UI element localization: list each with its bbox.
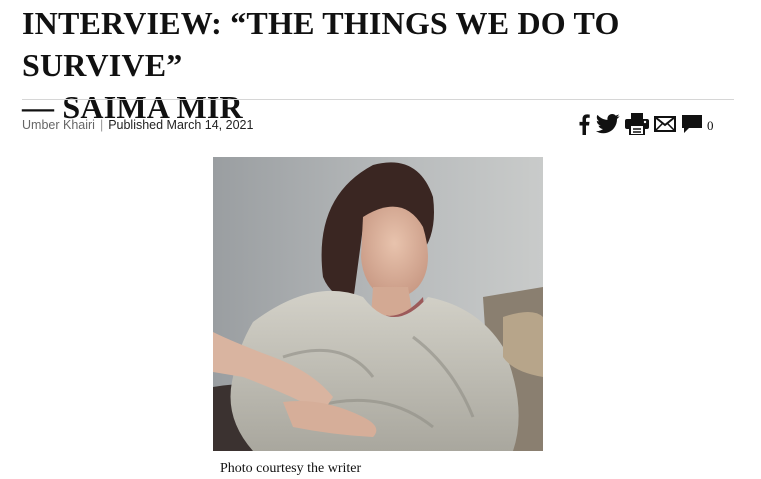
print-icon[interactable] [625, 113, 649, 135]
photo-caption: Photo courtesy the writer [220, 461, 362, 476]
comment-icon[interactable] [681, 114, 703, 134]
email-icon[interactable] [654, 116, 676, 132]
twitter-icon[interactable] [596, 114, 620, 134]
title-divider [22, 99, 734, 100]
comment-count[interactable]: 0 [707, 115, 714, 134]
byline-separator: | [99, 118, 104, 132]
portrait-image [213, 157, 543, 451]
facebook-icon[interactable] [577, 113, 591, 135]
byline: Umber Khairi | Published March 14, 2021 [22, 118, 253, 132]
article-photo [213, 157, 543, 451]
share-bar: 0 [577, 111, 714, 137]
author-link[interactable]: Umber Khairi [22, 118, 95, 132]
article-title: INTERVIEW: “THE THINGS WE DO TO SURVIVE”… [22, 2, 742, 128]
article-title-line-1: INTERVIEW: “THE THINGS WE DO TO SURVIVE” [22, 5, 620, 83]
publish-date: Published March 14, 2021 [108, 118, 254, 132]
